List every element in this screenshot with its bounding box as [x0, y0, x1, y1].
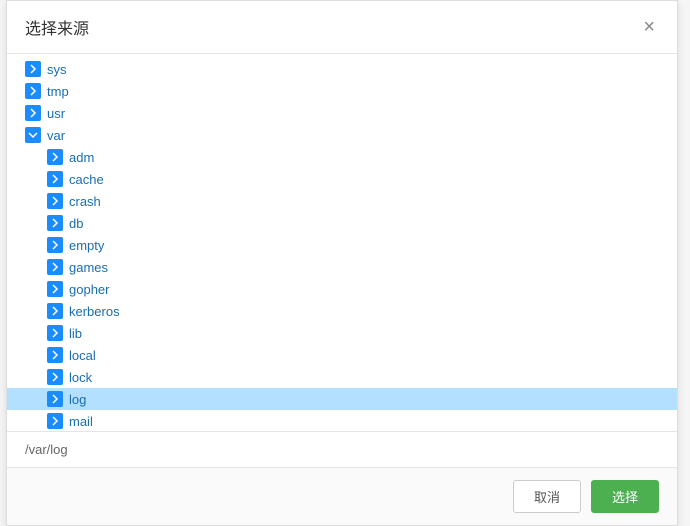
dialog-title: 选择来源 — [25, 15, 89, 39]
tree-item-label: cache — [69, 172, 104, 187]
chevron-down-icon[interactable] — [25, 127, 41, 143]
tree-item-db[interactable]: db — [7, 212, 677, 234]
tree-item-label: sys — [47, 62, 67, 77]
tree-item-var[interactable]: var — [7, 124, 677, 146]
tree-item-label: local — [69, 348, 96, 363]
chevron-right-icon[interactable] — [47, 149, 63, 165]
tree-item-label: tmp — [47, 84, 69, 99]
tree-item-adm[interactable]: adm — [7, 146, 677, 168]
tree-item-empty[interactable]: empty — [7, 234, 677, 256]
tree-item-label: crash — [69, 194, 101, 209]
chevron-right-icon[interactable] — [47, 413, 63, 429]
dialog-header: 选择来源 × — [7, 1, 677, 54]
tree-item-lib[interactable]: lib — [7, 322, 677, 344]
tree-item-label: lib — [69, 326, 82, 341]
chevron-right-icon[interactable] — [47, 171, 63, 187]
chevron-right-icon[interactable] — [47, 369, 63, 385]
chevron-right-icon[interactable] — [25, 61, 41, 77]
selected-path: /var/log — [7, 431, 677, 467]
chevron-right-icon[interactable] — [25, 105, 41, 121]
chevron-right-icon[interactable] — [47, 193, 63, 209]
tree-item-label: log — [69, 392, 86, 407]
select-button[interactable]: 选择 — [591, 480, 659, 513]
chevron-right-icon[interactable] — [47, 215, 63, 231]
close-button[interactable]: × — [639, 16, 659, 39]
tree-item-label: kerberos — [69, 304, 120, 319]
tree-item-gopher[interactable]: gopher — [7, 278, 677, 300]
tree-item-usr[interactable]: usr — [7, 102, 677, 124]
tree-item-label: adm — [69, 150, 94, 165]
tree-item-crash[interactable]: crash — [7, 190, 677, 212]
tree-item-tmp[interactable]: tmp — [7, 80, 677, 102]
tree-item-label: empty — [69, 238, 104, 253]
chevron-right-icon[interactable] — [25, 83, 41, 99]
chevron-right-icon[interactable] — [47, 259, 63, 275]
tree-item-label: gopher — [69, 282, 109, 297]
tree-item-label: games — [69, 260, 108, 275]
chevron-right-icon[interactable] — [47, 347, 63, 363]
tree-item-games[interactable]: games — [7, 256, 677, 278]
directory-tree[interactable]: sys tmp usr varadm cache crash db empty games gop… — [7, 54, 677, 431]
chevron-right-icon[interactable] — [47, 237, 63, 253]
tree-item-label: mail — [69, 414, 93, 429]
tree-item-lock[interactable]: lock — [7, 366, 677, 388]
tree-item-label: var — [47, 128, 65, 143]
source-selector-dialog: 选择来源 × sys tmp usr varadm cache crash db empty g… — [6, 0, 678, 526]
tree-item-cache[interactable]: cache — [7, 168, 677, 190]
chevron-right-icon[interactable] — [47, 281, 63, 297]
tree-item-label: lock — [69, 370, 92, 385]
tree-item-sys[interactable]: sys — [7, 58, 677, 80]
chevron-right-icon[interactable] — [47, 325, 63, 341]
chevron-right-icon[interactable] — [47, 391, 63, 407]
chevron-right-icon[interactable] — [47, 303, 63, 319]
tree-item-kerberos[interactable]: kerberos — [7, 300, 677, 322]
tree-item-label: usr — [47, 106, 65, 121]
tree-item-log[interactable]: log — [7, 388, 677, 410]
tree-item-local[interactable]: local — [7, 344, 677, 366]
dialog-footer: 取消 选择 — [7, 467, 677, 525]
tree-item-mail[interactable]: mail — [7, 410, 677, 431]
tree-item-label: db — [69, 216, 83, 231]
cancel-button[interactable]: 取消 — [513, 480, 581, 513]
